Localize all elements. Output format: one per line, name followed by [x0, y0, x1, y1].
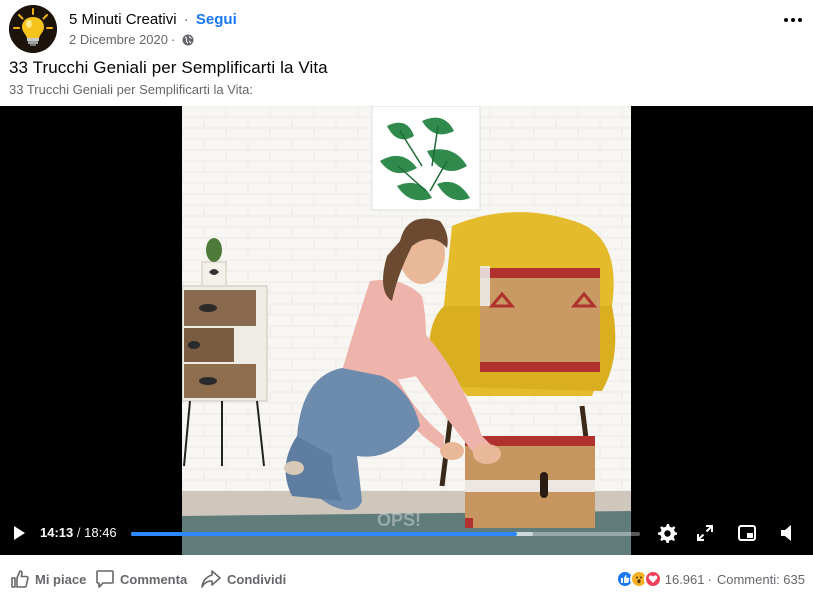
- like-button[interactable]: Mi piace: [10, 563, 86, 595]
- globe-icon[interactable]: [182, 34, 194, 46]
- share-icon: [201, 570, 221, 588]
- more-options-icon: [784, 18, 802, 22]
- reaction-count[interactable]: 16.961: [665, 572, 705, 587]
- thumbs-up-icon: [11, 570, 29, 588]
- follow-button[interactable]: Segui: [196, 11, 237, 28]
- current-time: 14:13: [40, 525, 74, 540]
- gear-icon: [658, 524, 677, 543]
- play-button[interactable]: [8, 522, 30, 544]
- post-description: 33 Trucchi Geniali per Semplificarti la …: [9, 82, 253, 97]
- page-avatar[interactable]: [9, 5, 57, 53]
- comment-button[interactable]: Commenta: [95, 563, 187, 595]
- date-separator: ·: [171, 32, 176, 47]
- video-player[interactable]: OPS! 14:13 / 18:46: [0, 106, 813, 555]
- volume-icon: [781, 525, 791, 541]
- progress-bar[interactable]: [131, 532, 640, 536]
- comments-count[interactable]: Commenti: 635: [717, 572, 805, 587]
- share-button[interactable]: Condividi: [200, 563, 286, 595]
- post-actions-bar: Mi piace Commenta Condividi 16.961 · Com…: [0, 563, 813, 595]
- more-options-button[interactable]: [781, 10, 805, 30]
- video-duration: 18:46: [84, 525, 117, 540]
- page-name-link[interactable]: 5 Minuti Creativi: [69, 11, 177, 28]
- pip-button[interactable]: [735, 522, 759, 544]
- lightbulb-logo-icon: [9, 5, 57, 53]
- volume-button[interactable]: [775, 522, 799, 544]
- picture-in-picture-icon: [738, 525, 756, 541]
- name-separator: ·: [183, 11, 189, 28]
- post-title: 33 Trucchi Geniali per Semplificarti la …: [9, 58, 328, 77]
- comment-icon: [96, 570, 114, 588]
- progress-fill: [131, 532, 517, 536]
- post-date-link[interactable]: 2 Dicembre 2020: [69, 32, 168, 47]
- time-separator: /: [76, 525, 81, 540]
- expand-icon: [697, 525, 713, 541]
- reactions-summary: 16.961 · Commenti: 635: [615, 563, 805, 595]
- video-thumbnail-scene: OPS!: [182, 106, 631, 555]
- like-label: Mi piace: [35, 571, 87, 587]
- video-frame[interactable]: OPS!: [182, 106, 631, 555]
- post-meta: 2 Dicembre 2020 ·: [69, 32, 194, 47]
- post-header: 5 Minuti Creativi · Segui 2 Dicembre 202…: [0, 0, 813, 60]
- video-watermark: OPS!: [377, 510, 421, 530]
- settings-button[interactable]: [655, 522, 679, 544]
- stats-separator: ·: [707, 571, 712, 587]
- play-icon: [14, 526, 25, 540]
- fullscreen-button[interactable]: [693, 522, 717, 544]
- share-label: Condividi: [227, 571, 287, 587]
- comment-label: Commenta: [120, 571, 188, 587]
- video-time: 14:13 / 18:46: [40, 525, 117, 540]
- page-name-line: 5 Minuti Creativi · Segui: [69, 11, 237, 28]
- love-icon[interactable]: [643, 570, 662, 588]
